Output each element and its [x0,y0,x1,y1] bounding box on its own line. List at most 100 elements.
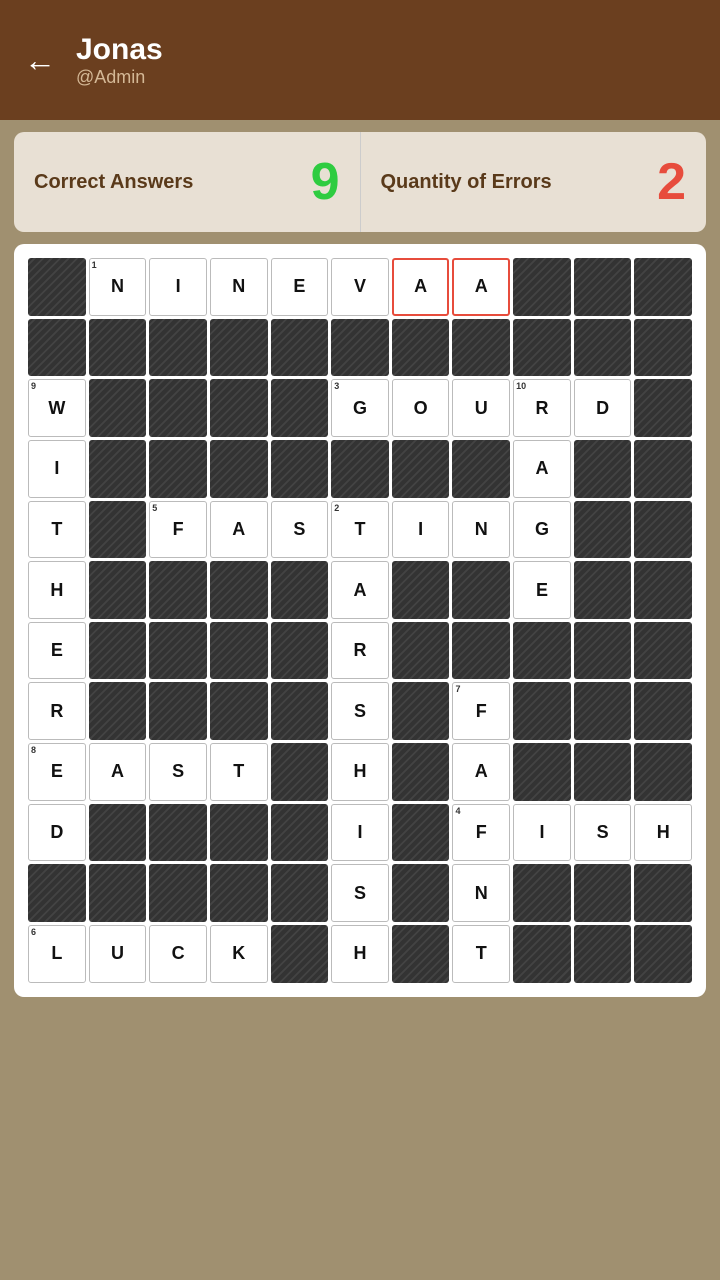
cell-r2-c6[interactable]: O [392,379,450,437]
cell-r11-c1[interactable]: U [89,925,147,983]
cell-r4-c4[interactable]: S [271,501,329,559]
cell-r1-c3 [210,319,268,377]
back-button[interactable]: ← [24,42,56,79]
cell-r9-c7[interactable]: 4F [452,804,510,862]
cell-r11-c7[interactable]: T [452,925,510,983]
cell-r3-c9 [574,440,632,498]
cell-r2-c8[interactable]: 10R [513,379,571,437]
cell-number-r11-c0: 6 [31,927,36,937]
cell-r0-c4[interactable]: E [271,258,329,316]
cell-r8-c7[interactable]: A [452,743,510,801]
cell-r8-c0[interactable]: 8E [28,743,86,801]
cell-r4-c5[interactable]: 2T [331,501,389,559]
cell-r8-c1[interactable]: A [89,743,147,801]
cell-r3-c0[interactable]: I [28,440,86,498]
cell-letter-r10-c5: S [354,883,366,904]
cell-letter-r4-c2: F [173,519,184,540]
cell-r5-c5[interactable]: A [331,561,389,619]
errors-stat: Quantity of Errors 2 [361,132,707,232]
cell-r9-c0[interactable]: D [28,804,86,862]
cell-r2-c5[interactable]: 3G [331,379,389,437]
cell-r4-c8[interactable]: G [513,501,571,559]
stats-bar: Correct Answers 9 Quantity of Errors 2 [14,132,706,232]
cell-r2-c9[interactable]: D [574,379,632,437]
cell-r6-c8 [513,622,571,680]
cell-letter-r5-c0: H [50,580,63,601]
crossword-grid: 1NINEVAA9W3GOU10RDIAT5FAS2TINGHAEERRS7F8… [28,258,692,983]
cell-letter-r9-c8: I [539,822,544,843]
cell-letter-r7-c0: R [50,701,63,722]
cell-r7-c5[interactable]: S [331,682,389,740]
cell-r8-c3[interactable]: T [210,743,268,801]
cell-r0-c6[interactable]: A [392,258,450,316]
cell-r1-c9 [574,319,632,377]
cell-r2-c0[interactable]: 9W [28,379,86,437]
cell-r10-c5[interactable]: S [331,864,389,922]
cell-r11-c9 [574,925,632,983]
cell-r8-c2[interactable]: S [149,743,207,801]
cell-r4-c0[interactable]: T [28,501,86,559]
cell-r0-c8 [513,258,571,316]
cell-number-r7-c7: 7 [455,684,460,694]
cell-r11-c2[interactable]: C [149,925,207,983]
cell-r0-c1[interactable]: 1N [89,258,147,316]
cell-r0-c5[interactable]: V [331,258,389,316]
cell-r9-c4 [271,804,329,862]
cell-letter-r2-c9: D [596,398,609,419]
cell-letter-r4-c4: S [293,519,305,540]
cell-r7-c0[interactable]: R [28,682,86,740]
cell-r3-c2 [149,440,207,498]
cell-r5-c0[interactable]: H [28,561,86,619]
cell-letter-r7-c7: F [476,701,487,722]
cell-r9-c10[interactable]: H [634,804,692,862]
cell-r9-c8[interactable]: I [513,804,571,862]
cell-r4-c3[interactable]: A [210,501,268,559]
cell-r1-c10 [634,319,692,377]
cell-r2-c1 [89,379,147,437]
cell-r6-c6 [392,622,450,680]
cell-number-r2-c5: 3 [334,381,339,391]
cell-r4-c6[interactable]: I [392,501,450,559]
crossword-grid-container: 1NINEVAA9W3GOU10RDIAT5FAS2TINGHAEERRS7F8… [14,244,706,997]
cell-letter-r8-c2: S [172,761,184,782]
cell-r4-c7[interactable]: N [452,501,510,559]
cell-r5-c8[interactable]: E [513,561,571,619]
cell-r6-c5[interactable]: R [331,622,389,680]
cell-r9-c3 [210,804,268,862]
cell-r6-c1 [89,622,147,680]
cell-letter-r6-c0: E [51,640,63,661]
cell-r6-c10 [634,622,692,680]
cell-r6-c2 [149,622,207,680]
cell-r2-c7[interactable]: U [452,379,510,437]
cell-number-r9-c7: 4 [455,806,460,816]
cell-r11-c10 [634,925,692,983]
user-handle: @Admin [76,67,163,88]
cell-r9-c5[interactable]: I [331,804,389,862]
cell-letter-r9-c0: D [50,822,63,843]
cell-r8-c5[interactable]: H [331,743,389,801]
cell-number-r0-c1: 1 [92,260,97,270]
cell-r3-c8[interactable]: A [513,440,571,498]
cell-r5-c9 [574,561,632,619]
cell-r9-c9[interactable]: S [574,804,632,862]
cell-r6-c0[interactable]: E [28,622,86,680]
cell-r0-c10 [634,258,692,316]
cell-r11-c0[interactable]: 6L [28,925,86,983]
cell-r4-c2[interactable]: 5F [149,501,207,559]
cell-r7-c7[interactable]: 7F [452,682,510,740]
cell-r10-c0 [28,864,86,922]
cell-r0-c3[interactable]: N [210,258,268,316]
cell-r7-c4 [271,682,329,740]
cell-r9-c2 [149,804,207,862]
cell-r0-c7[interactable]: A [452,258,510,316]
cell-r8-c9 [574,743,632,801]
cell-r0-c2[interactable]: I [149,258,207,316]
cell-r9-c6 [392,804,450,862]
cell-number-r2-c8: 10 [516,381,526,391]
cell-r11-c5[interactable]: H [331,925,389,983]
cell-letter-r0-c2: I [176,276,181,297]
cell-r11-c3[interactable]: K [210,925,268,983]
cell-r10-c6 [392,864,450,922]
cell-r10-c7[interactable]: N [452,864,510,922]
cell-r5-c2 [149,561,207,619]
